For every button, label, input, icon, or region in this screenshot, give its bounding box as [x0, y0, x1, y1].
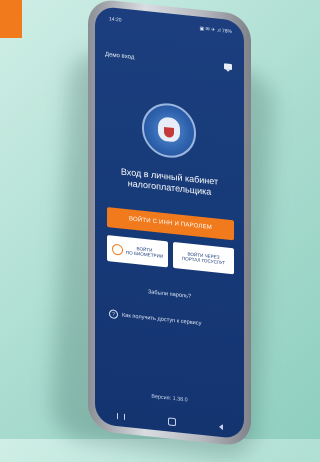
page-title: Вход в личный кабинет налогоплательщика: [101, 164, 238, 200]
shield-icon: [164, 126, 174, 139]
status-bar: 14:20 ▣ ✉ ✈ .ıl 78%: [109, 16, 232, 39]
login-inn-password-button[interactable]: ВОЙТИ С ИНН И ПАРОЛЕМ: [107, 206, 234, 241]
biometrics-label-line-2: ПО БИОМЕТРИИ: [125, 249, 164, 259]
phone-mockup: 14:20 ▣ ✉ ✈ .ıl 78% Демо вход Вход в лич…: [88, 0, 251, 448]
gosuslugi-login-button[interactable]: ВОЙТИ ЧЕРЕЗ ПОРТАЛ ГОСУСЛУГ: [173, 241, 234, 275]
gosuslugi-label: ВОЙТИ ЧЕРЕЗ ПОРТАЛ ГОСУСЛУГ: [182, 250, 225, 266]
fingerprint-icon: [111, 243, 123, 256]
alt-login-buttons: ВОЙТИ ПО БИОМЕТРИИ ВОЙТИ ЧЕРЕЗ ПОРТАЛ ГО…: [107, 234, 234, 275]
status-time: 14:20: [109, 16, 122, 24]
orange-corner-decoration: [0, 0, 22, 38]
question-icon: ?: [109, 309, 118, 320]
how-to-get-access-link[interactable]: ? Как получить доступ к сервису: [109, 309, 238, 332]
back-icon[interactable]: [218, 423, 223, 431]
phone-frame: 14:20 ▣ ✉ ✈ .ıl 78% Демо вход Вход в лич…: [88, 0, 251, 448]
biometrics-label: ВОЙТИ ПО БИОМЕТРИИ: [126, 244, 163, 259]
how-to-get-access-label: Как получить доступ к сервису: [122, 312, 202, 327]
demo-login-link[interactable]: Демо вход: [105, 52, 134, 61]
biometrics-login-button[interactable]: ВОЙТИ ПО БИОМЕТРИИ: [107, 234, 168, 268]
home-icon[interactable]: [167, 417, 176, 427]
recent-apps-icon[interactable]: [116, 412, 125, 420]
chat-icon[interactable]: [224, 63, 232, 71]
status-icons: ▣ ✉ ✈ .ıl 78%: [199, 25, 232, 36]
app-screen: 14:20 ▣ ✉ ✈ .ıl 78% Демо вход Вход в лич…: [95, 5, 244, 440]
forgot-password-link[interactable]: Забыли пароль?: [95, 284, 244, 306]
fns-emblem-logo: [142, 100, 196, 161]
